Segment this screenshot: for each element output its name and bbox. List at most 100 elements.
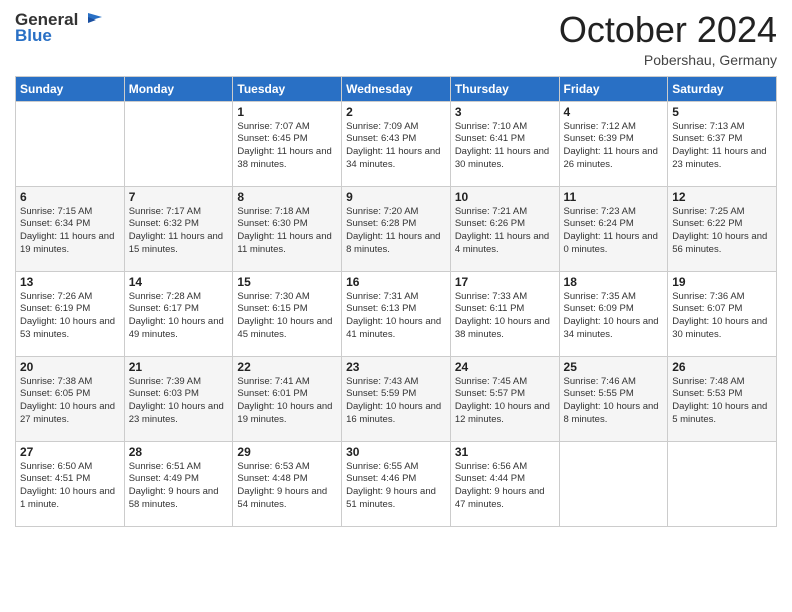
day-info: Sunrise: 6:50 AMSunset: 4:51 PMDaylight:…: [20, 461, 115, 510]
day-number: 11: [564, 190, 664, 204]
day-number: 28: [129, 445, 229, 459]
day-number: 6: [20, 190, 120, 204]
col-saturday: Saturday: [668, 76, 777, 101]
title-block: October 2024 Pobershau, Germany: [559, 10, 777, 68]
calendar-week-row: 20 Sunrise: 7:38 AMSunset: 6:05 PMDaylig…: [16, 356, 777, 441]
col-monday: Monday: [124, 76, 233, 101]
table-row: 10 Sunrise: 7:21 AMSunset: 6:26 PMDaylig…: [450, 186, 559, 271]
day-number: 9: [346, 190, 446, 204]
day-number: 16: [346, 275, 446, 289]
day-info: Sunrise: 6:55 AMSunset: 4:46 PMDaylight:…: [346, 461, 436, 510]
col-friday: Friday: [559, 76, 668, 101]
calendar-week-row: 27 Sunrise: 6:50 AMSunset: 4:51 PMDaylig…: [16, 441, 777, 526]
day-info: Sunrise: 7:26 AMSunset: 6:19 PMDaylight:…: [20, 291, 115, 340]
day-info: Sunrise: 7:41 AMSunset: 6:01 PMDaylight:…: [237, 376, 332, 425]
day-number: 31: [455, 445, 555, 459]
day-info: Sunrise: 7:45 AMSunset: 5:57 PMDaylight:…: [455, 376, 550, 425]
day-number: 25: [564, 360, 664, 374]
day-info: Sunrise: 6:51 AMSunset: 4:49 PMDaylight:…: [129, 461, 219, 510]
table-row: 5 Sunrise: 7:13 AMSunset: 6:37 PMDayligh…: [668, 101, 777, 186]
logo-bird-icon: [80, 11, 102, 29]
day-number: 14: [129, 275, 229, 289]
day-info: Sunrise: 7:20 AMSunset: 6:28 PMDaylight:…: [346, 206, 440, 255]
table-row: 2 Sunrise: 7:09 AMSunset: 6:43 PMDayligh…: [342, 101, 451, 186]
logo: General Blue: [15, 10, 102, 46]
table-row: 24 Sunrise: 7:45 AMSunset: 5:57 PMDaylig…: [450, 356, 559, 441]
day-info: Sunrise: 7:25 AMSunset: 6:22 PMDaylight:…: [672, 206, 767, 255]
day-number: 26: [672, 360, 772, 374]
day-info: Sunrise: 7:36 AMSunset: 6:07 PMDaylight:…: [672, 291, 767, 340]
day-number: 23: [346, 360, 446, 374]
day-info: Sunrise: 7:30 AMSunset: 6:15 PMDaylight:…: [237, 291, 332, 340]
day-number: 30: [346, 445, 446, 459]
table-row: 7 Sunrise: 7:17 AMSunset: 6:32 PMDayligh…: [124, 186, 233, 271]
day-number: 24: [455, 360, 555, 374]
calendar-week-row: 6 Sunrise: 7:15 AMSunset: 6:34 PMDayligh…: [16, 186, 777, 271]
header: General Blue October 2024 Pobershau, Ger…: [15, 10, 777, 68]
table-row: 23 Sunrise: 7:43 AMSunset: 5:59 PMDaylig…: [342, 356, 451, 441]
table-row: [124, 101, 233, 186]
table-row: [559, 441, 668, 526]
table-row: 28 Sunrise: 6:51 AMSunset: 4:49 PMDaylig…: [124, 441, 233, 526]
table-row: 6 Sunrise: 7:15 AMSunset: 6:34 PMDayligh…: [16, 186, 125, 271]
table-row: 27 Sunrise: 6:50 AMSunset: 4:51 PMDaylig…: [16, 441, 125, 526]
day-info: Sunrise: 7:10 AMSunset: 6:41 PMDaylight:…: [455, 121, 549, 170]
table-row: 3 Sunrise: 7:10 AMSunset: 6:41 PMDayligh…: [450, 101, 559, 186]
day-info: Sunrise: 7:21 AMSunset: 6:26 PMDaylight:…: [455, 206, 549, 255]
table-row: 9 Sunrise: 7:20 AMSunset: 6:28 PMDayligh…: [342, 186, 451, 271]
calendar-week-row: 13 Sunrise: 7:26 AMSunset: 6:19 PMDaylig…: [16, 271, 777, 356]
day-info: Sunrise: 7:38 AMSunset: 6:05 PMDaylight:…: [20, 376, 115, 425]
day-number: 4: [564, 105, 664, 119]
month-title: October 2024: [559, 10, 777, 50]
day-info: Sunrise: 7:48 AMSunset: 5:53 PMDaylight:…: [672, 376, 767, 425]
day-info: Sunrise: 7:09 AMSunset: 6:43 PMDaylight:…: [346, 121, 440, 170]
calendar-week-row: 1 Sunrise: 7:07 AMSunset: 6:45 PMDayligh…: [16, 101, 777, 186]
table-row: 4 Sunrise: 7:12 AMSunset: 6:39 PMDayligh…: [559, 101, 668, 186]
table-row: 22 Sunrise: 7:41 AMSunset: 6:01 PMDaylig…: [233, 356, 342, 441]
table-row: 13 Sunrise: 7:26 AMSunset: 6:19 PMDaylig…: [16, 271, 125, 356]
table-row: 29 Sunrise: 6:53 AMSunset: 4:48 PMDaylig…: [233, 441, 342, 526]
day-number: 22: [237, 360, 337, 374]
day-number: 8: [237, 190, 337, 204]
calendar-page: General Blue October 2024 Pobershau, Ger…: [0, 0, 792, 612]
logo-blue-text: Blue: [15, 26, 52, 46]
calendar-table: Sunday Monday Tuesday Wednesday Thursday…: [15, 76, 777, 527]
table-row: [668, 441, 777, 526]
col-wednesday: Wednesday: [342, 76, 451, 101]
day-info: Sunrise: 7:28 AMSunset: 6:17 PMDaylight:…: [129, 291, 224, 340]
day-number: 5: [672, 105, 772, 119]
table-row: 17 Sunrise: 7:33 AMSunset: 6:11 PMDaylig…: [450, 271, 559, 356]
table-row: 8 Sunrise: 7:18 AMSunset: 6:30 PMDayligh…: [233, 186, 342, 271]
day-number: 15: [237, 275, 337, 289]
day-info: Sunrise: 6:56 AMSunset: 4:44 PMDaylight:…: [455, 461, 545, 510]
day-number: 13: [20, 275, 120, 289]
day-info: Sunrise: 7:13 AMSunset: 6:37 PMDaylight:…: [672, 121, 766, 170]
day-number: 2: [346, 105, 446, 119]
col-sunday: Sunday: [16, 76, 125, 101]
table-row: 15 Sunrise: 7:30 AMSunset: 6:15 PMDaylig…: [233, 271, 342, 356]
day-info: Sunrise: 7:07 AMSunset: 6:45 PMDaylight:…: [237, 121, 331, 170]
table-row: 12 Sunrise: 7:25 AMSunset: 6:22 PMDaylig…: [668, 186, 777, 271]
table-row: 21 Sunrise: 7:39 AMSunset: 6:03 PMDaylig…: [124, 356, 233, 441]
table-row: 19 Sunrise: 7:36 AMSunset: 6:07 PMDaylig…: [668, 271, 777, 356]
table-row: 18 Sunrise: 7:35 AMSunset: 6:09 PMDaylig…: [559, 271, 668, 356]
day-info: Sunrise: 7:17 AMSunset: 6:32 PMDaylight:…: [129, 206, 223, 255]
day-number: 17: [455, 275, 555, 289]
day-info: Sunrise: 7:35 AMSunset: 6:09 PMDaylight:…: [564, 291, 659, 340]
day-info: Sunrise: 7:31 AMSunset: 6:13 PMDaylight:…: [346, 291, 441, 340]
day-number: 20: [20, 360, 120, 374]
table-row: 26 Sunrise: 7:48 AMSunset: 5:53 PMDaylig…: [668, 356, 777, 441]
day-info: Sunrise: 7:46 AMSunset: 5:55 PMDaylight:…: [564, 376, 659, 425]
day-number: 27: [20, 445, 120, 459]
day-info: Sunrise: 7:43 AMSunset: 5:59 PMDaylight:…: [346, 376, 441, 425]
day-info: Sunrise: 7:39 AMSunset: 6:03 PMDaylight:…: [129, 376, 224, 425]
day-info: Sunrise: 6:53 AMSunset: 4:48 PMDaylight:…: [237, 461, 327, 510]
day-number: 29: [237, 445, 337, 459]
day-number: 18: [564, 275, 664, 289]
day-number: 1: [237, 105, 337, 119]
table-row: 25 Sunrise: 7:46 AMSunset: 5:55 PMDaylig…: [559, 356, 668, 441]
table-row: 31 Sunrise: 6:56 AMSunset: 4:44 PMDaylig…: [450, 441, 559, 526]
location-subtitle: Pobershau, Germany: [559, 52, 777, 68]
day-info: Sunrise: 7:15 AMSunset: 6:34 PMDaylight:…: [20, 206, 114, 255]
table-row: 1 Sunrise: 7:07 AMSunset: 6:45 PMDayligh…: [233, 101, 342, 186]
